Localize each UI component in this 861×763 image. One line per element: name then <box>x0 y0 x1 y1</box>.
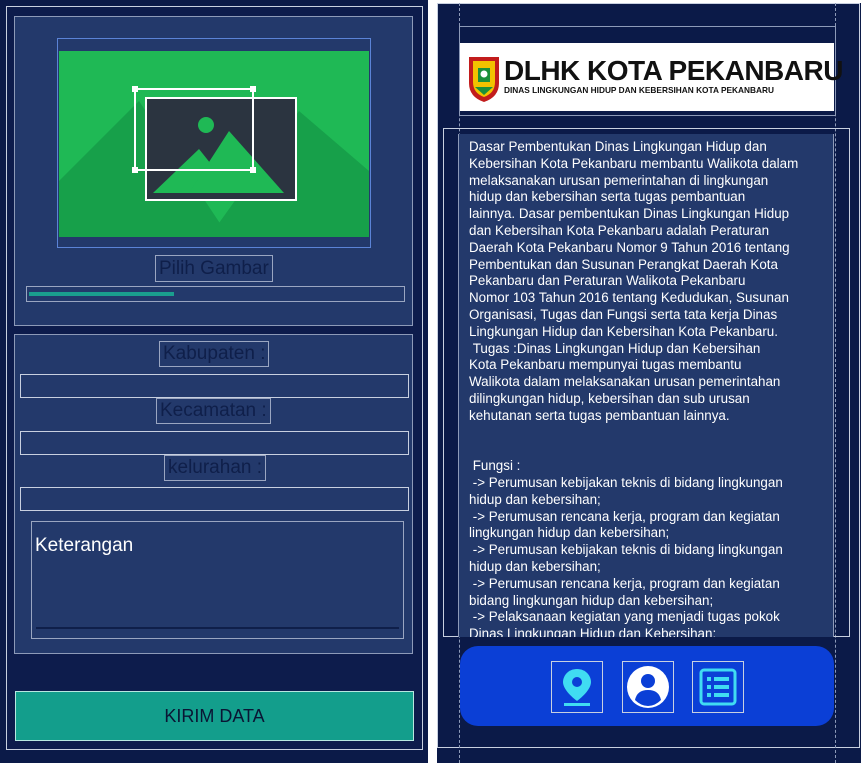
list-icon <box>699 668 737 706</box>
nav-profile-button[interactable] <box>622 661 674 713</box>
info-screen: DLHK KOTA PEKANBARU DINAS LINGKUNGAN HID… <box>437 3 861 763</box>
image-preview[interactable] <box>57 38 371 248</box>
logo-title: DLHK KOTA PEKANBARU <box>504 55 843 86</box>
image-placeholder <box>59 51 369 237</box>
upload-screen: Pilih Gambar Kabupaten : Kecamatan : kel… <box>0 0 428 763</box>
keterangan-placeholder: Keterangan <box>35 535 134 556</box>
upload-progress-fill <box>29 292 174 296</box>
city-emblem-icon <box>469 57 499 102</box>
user-profile-icon <box>627 666 669 708</box>
keterangan-field[interactable]: Keterangan <box>31 521 404 639</box>
bottom-nav <box>460 646 834 726</box>
article-text: Dasar Pembentukan Dinas Lingkungan Hidup… <box>469 139 799 637</box>
nav-location-button[interactable] <box>551 661 603 713</box>
header-logo: DLHK KOTA PEKANBARU DINAS LINGKUNGAN HID… <box>460 43 843 111</box>
logo-subtitle: DINAS LINGKUNGAN HIDUP DAN KEBERSIHAN KO… <box>504 85 774 95</box>
kelurahan-input[interactable] <box>20 487 409 511</box>
kelurahan-label: kelurahan : <box>164 455 267 481</box>
image-placeholder-icon <box>59 86 369 237</box>
kecamatan-input[interactable] <box>20 431 409 455</box>
upload-progress-bar <box>26 286 405 302</box>
kecamatan-label: Kecamatan : <box>156 398 271 424</box>
kabupaten-input[interactable] <box>20 374 409 398</box>
location-pin-icon <box>563 669 591 706</box>
article-scroll[interactable]: Dasar Pembentukan Dinas Lingkungan Hidup… <box>458 134 834 637</box>
kabupaten-label: Kabupaten : <box>159 341 270 367</box>
pick-image-button[interactable]: Pilih Gambar <box>155 255 273 282</box>
submit-button[interactable]: KIRIM DATA <box>15 691 414 741</box>
preview-top-strip <box>58 39 370 51</box>
nav-list-button[interactable] <box>692 661 744 713</box>
keterangan-underline <box>36 627 399 629</box>
